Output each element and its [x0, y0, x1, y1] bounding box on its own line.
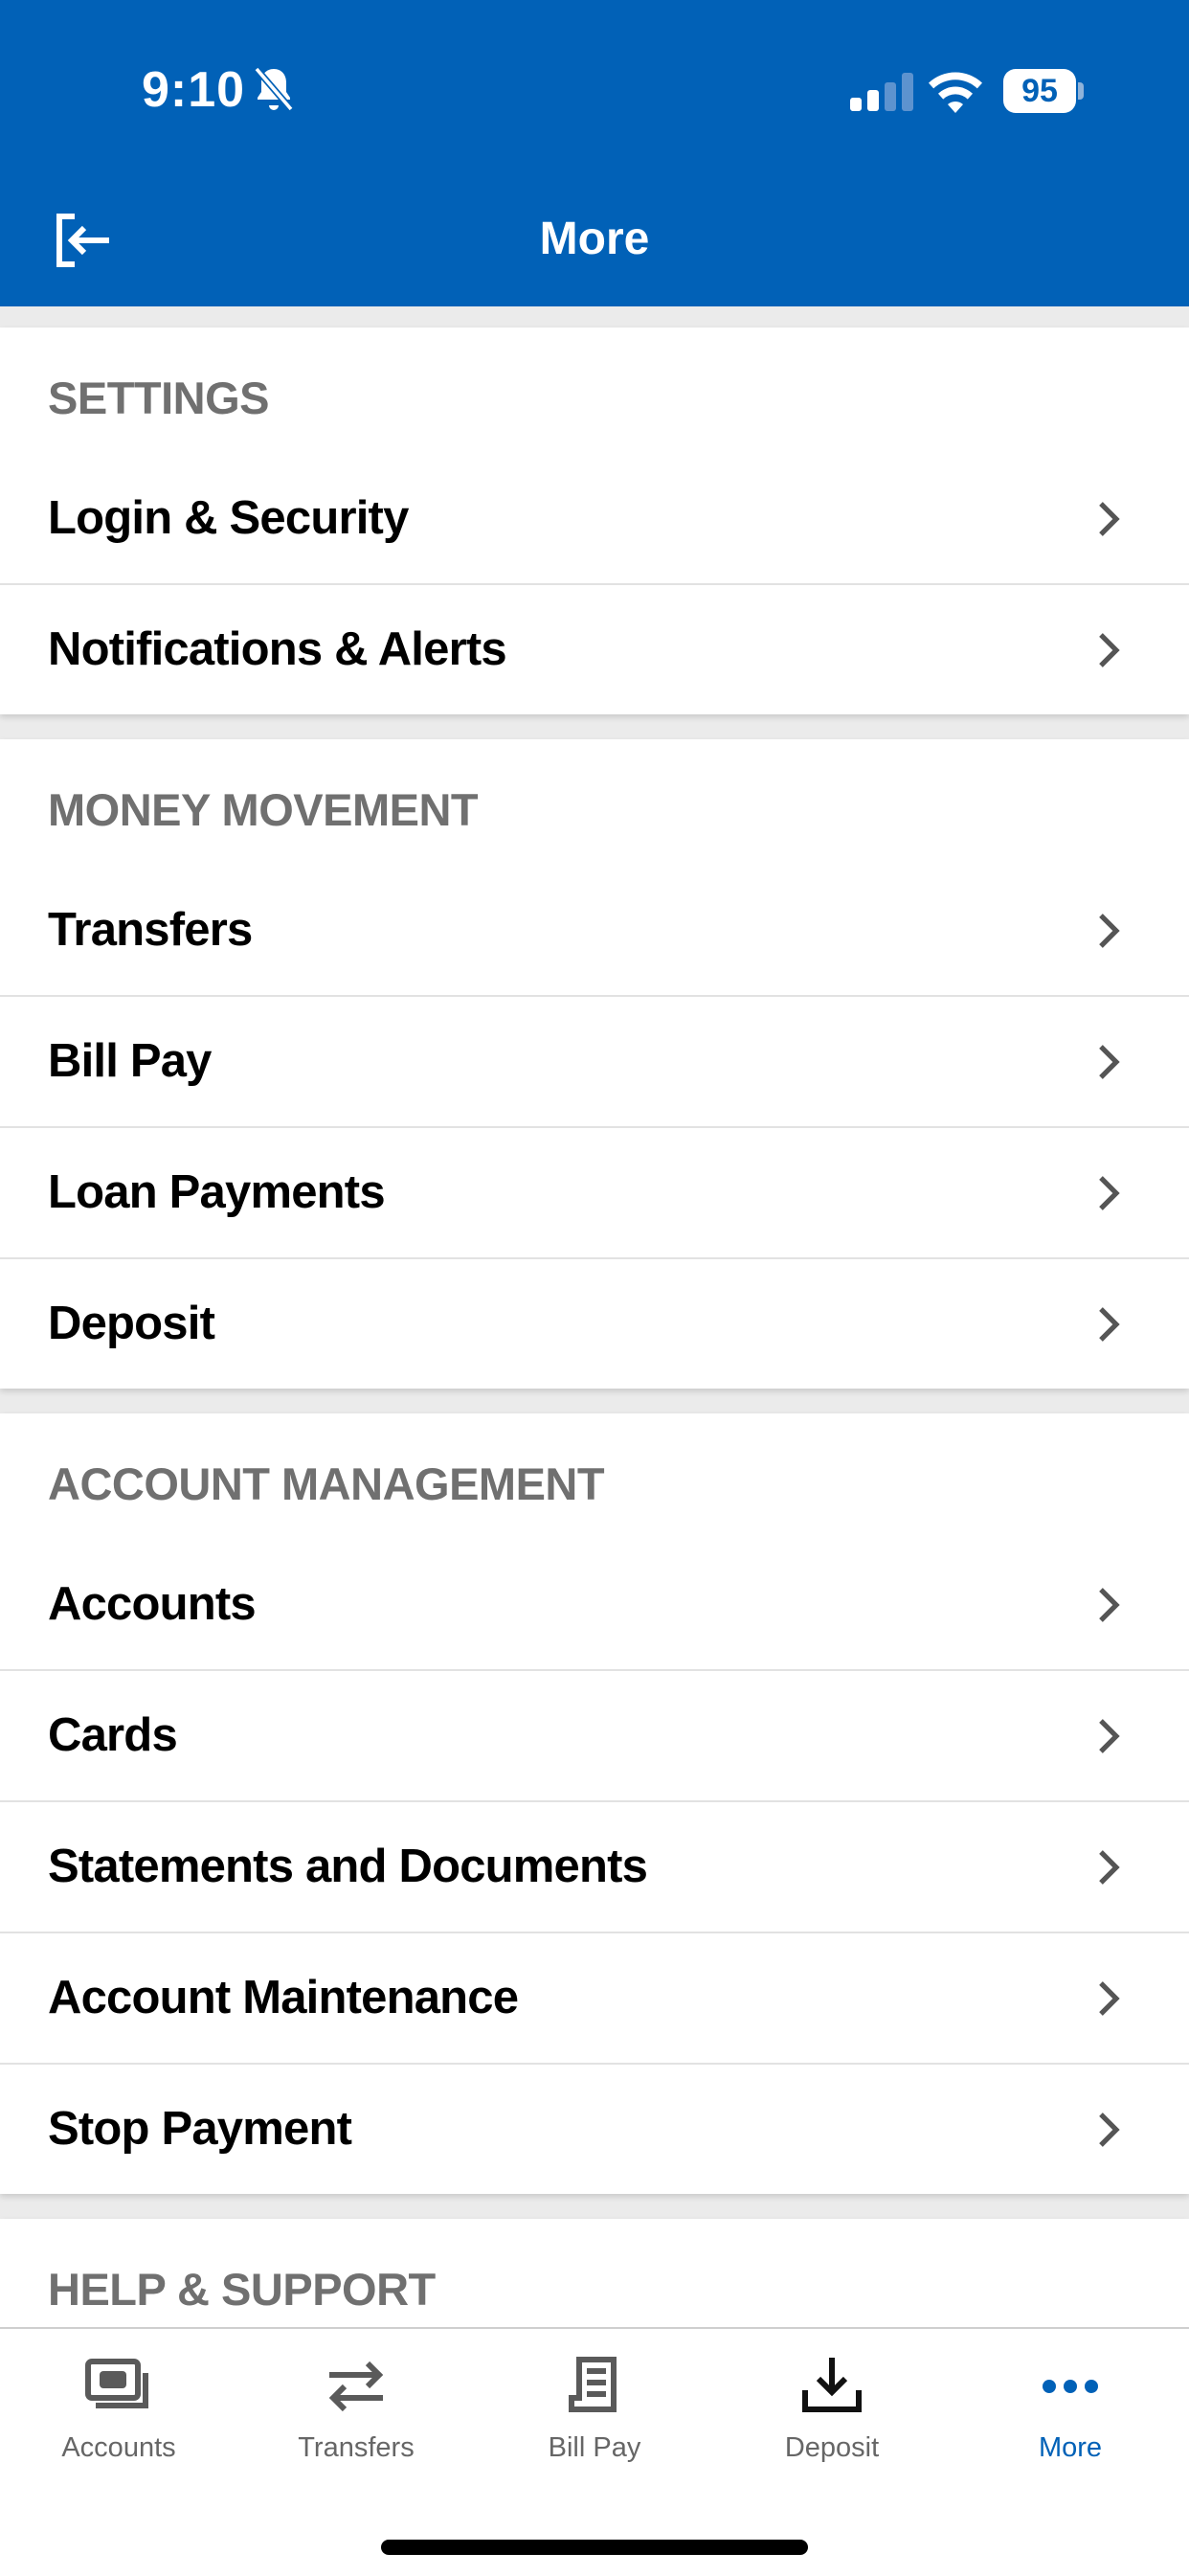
section-header: SETTINGS — [48, 373, 270, 423]
login-security-item[interactable]: Login & Security — [0, 454, 1189, 583]
page-title: More — [539, 214, 650, 264]
chevron-right-icon — [1099, 501, 1120, 536]
chevron-right-icon — [1099, 1175, 1120, 1210]
bill-pay-icon — [569, 2357, 617, 2412]
row-label: Bill Pay — [48, 1035, 212, 1087]
row-label: Accounts — [48, 1578, 257, 1630]
row-label: Login & Security — [48, 492, 409, 544]
chevron-right-icon — [1099, 913, 1120, 948]
notifications-alerts-item[interactable]: Notifications & Alerts — [0, 583, 1189, 714]
signal-icon — [850, 73, 913, 111]
section-header: ACCOUNT MANAGEMENT — [48, 1458, 605, 1509]
deposit-icon — [802, 2358, 862, 2412]
section-header: MONEY MOVEMENT — [48, 784, 479, 835]
row-label: Cards — [48, 1709, 178, 1761]
settings-list: SETTINGS Login & Security Notifications … — [0, 328, 1189, 2370]
cards-item[interactable]: Cards — [0, 1669, 1189, 1800]
wifi-icon — [929, 72, 982, 113]
loan-payments-item[interactable]: Loan Payments — [0, 1126, 1189, 1257]
section-account-management: ACCOUNT MANAGEMENT Accounts Cards Statem… — [0, 1413, 1189, 2194]
header-bar: 9:10 95 More — [0, 0, 1189, 306]
tab-label: Accounts — [61, 2432, 176, 2463]
account-maintenance-item[interactable]: Account Maintenance — [0, 1932, 1189, 2063]
tab-transfers[interactable]: Transfers — [260, 2356, 452, 2464]
bell-muted-icon — [254, 66, 294, 112]
chevron-right-icon — [1099, 1587, 1120, 1622]
battery-level: 95 — [1003, 69, 1076, 113]
row-label: Notifications & Alerts — [48, 623, 507, 675]
accounts-item[interactable]: Accounts — [0, 1540, 1189, 1669]
tab-label: More — [1038, 2432, 1103, 2463]
row-label: Loan Payments — [48, 1166, 386, 1218]
home-indicator[interactable] — [381, 2540, 808, 2555]
accounts-icon — [85, 2359, 148, 2408]
chevron-right-icon — [1099, 1718, 1120, 1753]
transfers-item[interactable]: Transfers — [0, 866, 1189, 995]
chevron-right-icon — [1099, 1980, 1120, 2016]
deposit-item[interactable]: Deposit — [0, 1257, 1189, 1389]
transfers-icon — [328, 2361, 384, 2412]
row-label: Stop Payment — [48, 2103, 352, 2155]
chevron-right-icon — [1099, 1306, 1120, 1342]
row-label: Account Maintenance — [48, 1972, 519, 2023]
row-label: Transfers — [48, 904, 253, 956]
tab-more[interactable]: More — [975, 2356, 1166, 2464]
chevron-right-icon — [1099, 632, 1120, 667]
chevron-right-icon — [1099, 1849, 1120, 1885]
tab-bar: Accounts Transfers Bill Pay Deposit More — [0, 2327, 1189, 2576]
battery-nub — [1078, 82, 1084, 100]
tab-deposit[interactable]: Deposit — [736, 2356, 928, 2464]
tab-bill-pay[interactable]: Bill Pay — [499, 2356, 690, 2464]
more-icon — [1043, 2380, 1098, 2393]
stop-payment-item[interactable]: Stop Payment — [0, 2063, 1189, 2194]
row-label: Deposit — [48, 1298, 215, 1349]
bill-pay-item[interactable]: Bill Pay — [0, 995, 1189, 1126]
section-money-movement: MONEY MOVEMENT Transfers Bill Pay Loan P… — [0, 739, 1189, 1389]
statements-documents-item[interactable]: Statements and Documents — [0, 1800, 1189, 1932]
tab-label: Bill Pay — [548, 2432, 641, 2463]
row-label: Statements and Documents — [48, 1841, 648, 1892]
tab-accounts[interactable]: Accounts — [23, 2356, 214, 2464]
chevron-right-icon — [1099, 2112, 1120, 2147]
status-time: 9:10 — [142, 62, 246, 118]
section-settings: SETTINGS Login & Security Notifications … — [0, 328, 1189, 714]
tab-label: Transfers — [298, 2432, 415, 2463]
tab-label: Deposit — [784, 2432, 880, 2463]
chevron-right-icon — [1099, 1044, 1120, 1079]
